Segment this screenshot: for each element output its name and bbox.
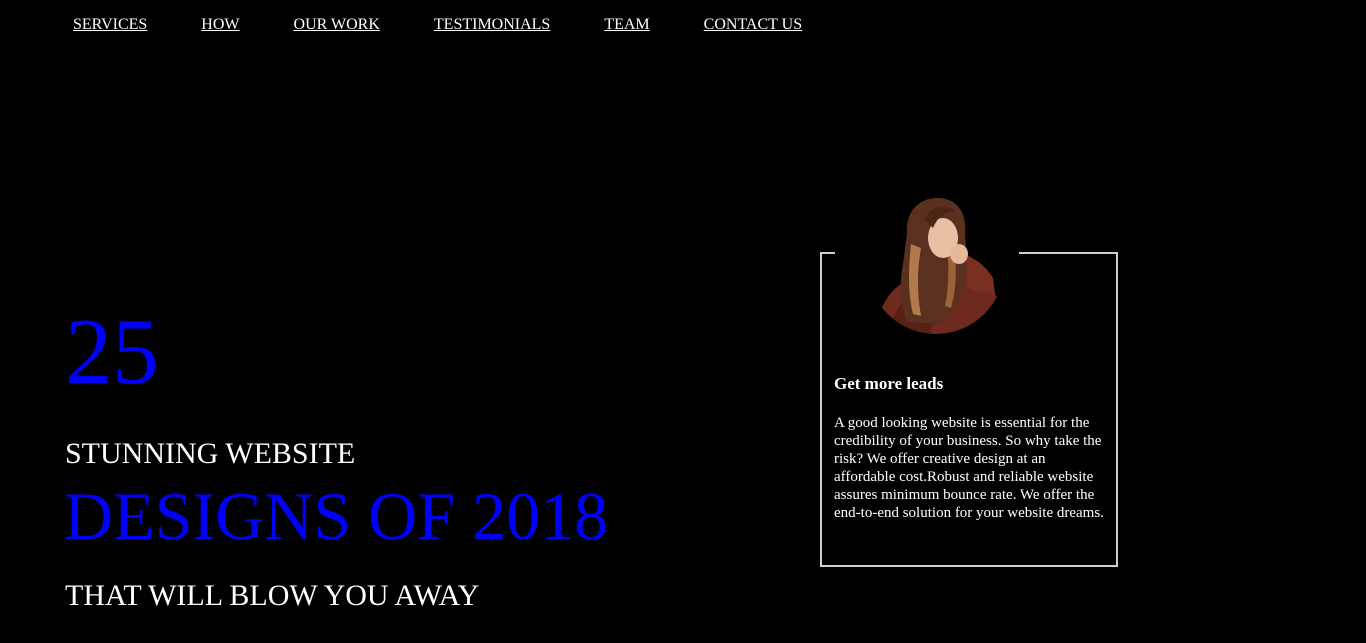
hero-number: 25 xyxy=(65,300,159,404)
hero-tagline: THAT WILL BLOW YOU AWAY xyxy=(65,579,480,612)
portrait-image xyxy=(867,194,1005,334)
card-title: Get more leads xyxy=(834,374,944,393)
nav-link-services[interactable]: SERVICES xyxy=(73,14,147,36)
nav-link-team[interactable]: TEAM xyxy=(604,14,649,36)
top-navigation: SERVICES HOW OUR WORK TESTIMONIALS TEAM … xyxy=(73,14,802,36)
feature-card: Get more leads A good looking website is… xyxy=(820,194,1118,567)
hero-subtitle: STUNNING WEBSITE xyxy=(65,437,356,470)
nav-link-contact-us[interactable]: CONTACT US xyxy=(704,14,802,36)
hero-headline: DESIGNS OF 2018 xyxy=(64,478,609,554)
card-description: A good looking website is essential for … xyxy=(834,415,1104,521)
nav-link-testimonials[interactable]: TESTIMONIALS xyxy=(434,14,550,36)
avatar xyxy=(867,194,1005,334)
page: SERVICES HOW OUR WORK TESTIMONIALS TEAM … xyxy=(0,0,1366,643)
nav-link-how[interactable]: HOW xyxy=(201,14,239,36)
nav-link-our-work[interactable]: OUR WORK xyxy=(294,14,380,36)
